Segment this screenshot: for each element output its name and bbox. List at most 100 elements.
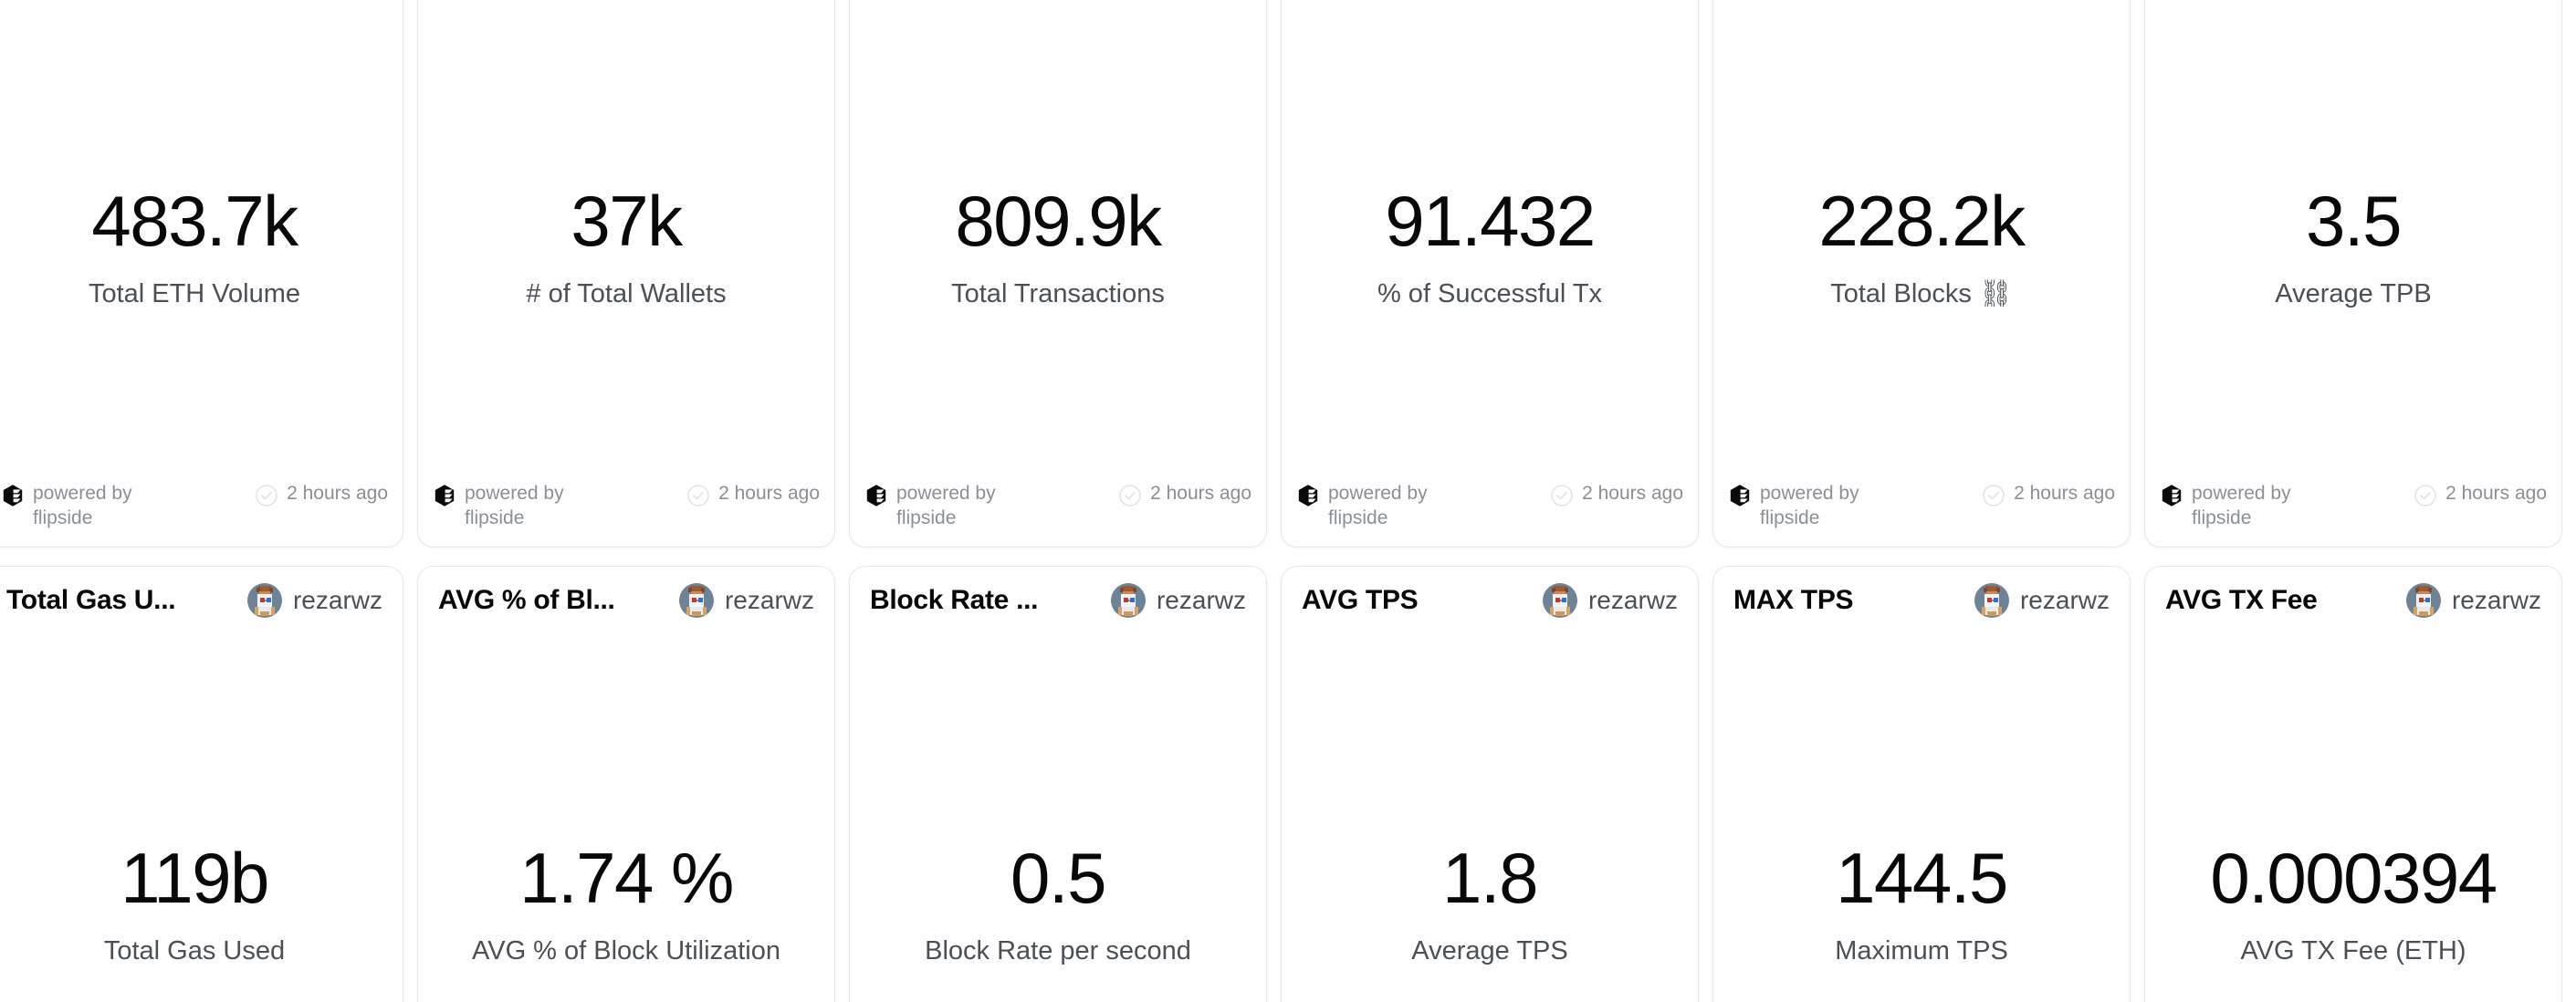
metric-card-avg-tx-fee[interactable]: AVG TX Fee rezarwz 0.000394 AVG TX Fee (… (2144, 566, 2562, 1002)
flipside-logo-icon (433, 484, 456, 512)
card-body: 0.5 Block Rate per second (850, 634, 1266, 1002)
metric-card-total-eth-volume[interactable]: Total ETH V... rezarwz 483.7k Total ETH … (0, 0, 403, 548)
metric-label: # of Total Wallets (526, 279, 727, 308)
card-body: 144.5 Maximum TPS (1713, 634, 2130, 1002)
metric-card-total-transactions[interactable]: Total Trans... rezarwz 809.9k Total Tran… (849, 0, 1267, 548)
card-author[interactable]: rezarwz (246, 583, 382, 618)
powered-by-label: powered by flipside (33, 483, 132, 528)
card-header: % of Succe... rezarwz (1282, 0, 1698, 10)
metric-label: AVG % of Block Utilization (472, 936, 780, 965)
powered-by-flipside[interactable]: powered by flipside (1728, 481, 1892, 530)
powered-by-flipside[interactable]: powered by flipside (1296, 481, 1461, 530)
last-updated: 2 hours ago (686, 481, 820, 512)
card-title: Block Rate ... (870, 585, 1039, 615)
metric-label: Total Blocks ⛓ (1830, 279, 2013, 308)
metric-card-block-rate-per-second[interactable]: Block Rate ... rezarwz 0.5 Block Rate pe… (849, 566, 1267, 1002)
flipside-logo-icon (1728, 484, 1752, 512)
card-title: MAX TPS (1733, 585, 1854, 615)
card-header: Total Trans... rezarwz (850, 0, 1266, 10)
card-author[interactable]: rezarwz (678, 583, 814, 618)
metric-value: 0.5 (1011, 838, 1106, 918)
metric-label: Average TPS (1411, 936, 1568, 965)
last-updated: 2 hours ago (1550, 481, 1683, 512)
metric-card-avg-of-block-utilization[interactable]: AVG % of Bl... rezarwz 1.74 % AVG % of B… (417, 566, 835, 1002)
metric-card-of-total-wallets[interactable]: # of Total ... rezarwz 37k # of Total Wa… (417, 0, 835, 548)
metric-value: 3.5 (2306, 181, 2402, 261)
card-header: Total ETH V... rezarwz (0, 0, 403, 10)
card-author[interactable]: rezarwz (1110, 583, 1246, 618)
metric-card-max-tps[interactable]: MAX TPS rezarwz 144.5 Maximum TPS (1712, 566, 2131, 1002)
metric-value: 37k (571, 181, 683, 261)
powered-by-flipside[interactable]: powered by flipside (1, 481, 165, 530)
card-footer: powered by flipside 2 hours ago (1713, 481, 2130, 547)
card-author[interactable]: rezarwz (1974, 583, 2110, 618)
rezarwz-avatar (1542, 583, 1577, 618)
card-footer: powered by flipside 2 hours ago (1282, 481, 1698, 547)
metric-label: % of Successful Tx (1377, 279, 1603, 308)
last-updated-label: 2 hours ago (287, 483, 388, 504)
card-header: Total Block... rezarwz (1713, 0, 2130, 10)
powered-by-flipside[interactable]: powered by flipside (433, 481, 597, 530)
metrics-dashboard-grid: Total ETH V... rezarwz 483.7k Total ETH … (0, 0, 2576, 1002)
check-circle-icon (2414, 484, 2437, 512)
metric-label: Maximum TPS (1835, 936, 2008, 965)
last-updated-label: 2 hours ago (718, 483, 820, 504)
card-footer: powered by flipside 2 hours ago (2145, 481, 2561, 547)
metric-value: 809.9k (955, 181, 1162, 261)
metric-label: Average TPB (2275, 279, 2432, 308)
card-title: Total Gas U... (6, 585, 176, 615)
flipside-logo-icon (1296, 484, 1320, 512)
check-circle-icon (686, 484, 710, 512)
metric-value: 228.2k (1818, 181, 2026, 261)
powered-by-flipside[interactable]: powered by flipside (864, 481, 1029, 530)
card-author[interactable]: rezarwz (1542, 583, 1678, 618)
card-header: AVG TPS rezarwz (1282, 567, 1698, 634)
metric-value: 144.5 (1836, 838, 2008, 918)
powered-by-label: powered by flipside (1760, 483, 1859, 528)
card-footer: powered by flipside 2 hours ago (0, 481, 403, 547)
card-author[interactable]: rezarwz (2405, 583, 2541, 618)
card-title: AVG % of Bl... (438, 585, 615, 615)
rezarwz-avatar (246, 583, 282, 618)
flipside-logo-icon (2160, 484, 2183, 512)
card-body: 37k # of Total Wallets (418, 10, 834, 481)
card-body: 0.000394 AVG TX Fee (ETH) (2145, 634, 2561, 1002)
metric-label: Block Rate per second (925, 936, 1191, 965)
last-updated-label: 2 hours ago (1582, 483, 1683, 504)
metric-label: Total ETH Volume (88, 279, 301, 308)
powered-by-label: powered by flipside (465, 483, 564, 528)
card-body: 119b Total Gas Used (0, 634, 403, 1002)
metric-label: Total Gas Used (103, 936, 286, 965)
last-updated: 2 hours ago (2414, 481, 2547, 512)
last-updated: 2 hours ago (1982, 481, 2115, 512)
metric-label: Total Transactions (951, 279, 1165, 308)
metric-card-total-gas-used[interactable]: Total Gas U... rezarwz 119b Total Gas Us… (0, 566, 403, 1002)
card-header: AVG % of Bl... rezarwz (418, 567, 834, 634)
card-title: AVG TPS (1302, 585, 1419, 615)
card-header: Block Rate ... rezarwz (850, 567, 1266, 634)
last-updated-label: 2 hours ago (2014, 483, 2115, 504)
author-name: rezarwz (2019, 586, 2110, 614)
metric-card-total-blocks[interactable]: Total Block... rezarwz 228.2k Total Bloc… (1712, 0, 2131, 548)
card-body: 228.2k Total Blocks ⛓ (1713, 10, 2130, 481)
rezarwz-avatar (1974, 583, 2009, 618)
card-body: 809.9k Total Transactions (850, 10, 1266, 481)
card-body: 1.74 % AVG % of Block Utilization (418, 634, 834, 1002)
metric-value: 483.7k (91, 181, 298, 261)
author-name: rezarwz (1156, 586, 1246, 614)
metric-value: 1.8 (1442, 838, 1538, 918)
metric-card-avg-tpb[interactable]: AVG TPB rezarwz 3.5 Average TPB powered … (2144, 0, 2562, 548)
metric-value: 119b (120, 838, 269, 918)
card-header: Total Gas U... rezarwz (0, 567, 403, 634)
check-circle-icon (1982, 484, 2005, 512)
metric-card-of-successful-tx[interactable]: % of Succe... rezarwz 91.432 % of Succes… (1281, 0, 1699, 548)
powered-by-flipside[interactable]: powered by flipside (2160, 481, 2324, 530)
metric-card-avg-tps[interactable]: AVG TPS rezarwz 1.8 Average TPS (1281, 566, 1699, 1002)
last-updated: 2 hours ago (255, 481, 388, 512)
author-name: rezarwz (292, 586, 382, 614)
card-header: AVG TX Fee rezarwz (2145, 567, 2561, 634)
card-body: 483.7k Total ETH Volume (0, 10, 403, 481)
card-header: # of Total ... rezarwz (418, 0, 834, 10)
card-body: 1.8 Average TPS (1282, 634, 1698, 1002)
author-name: rezarwz (724, 586, 814, 614)
